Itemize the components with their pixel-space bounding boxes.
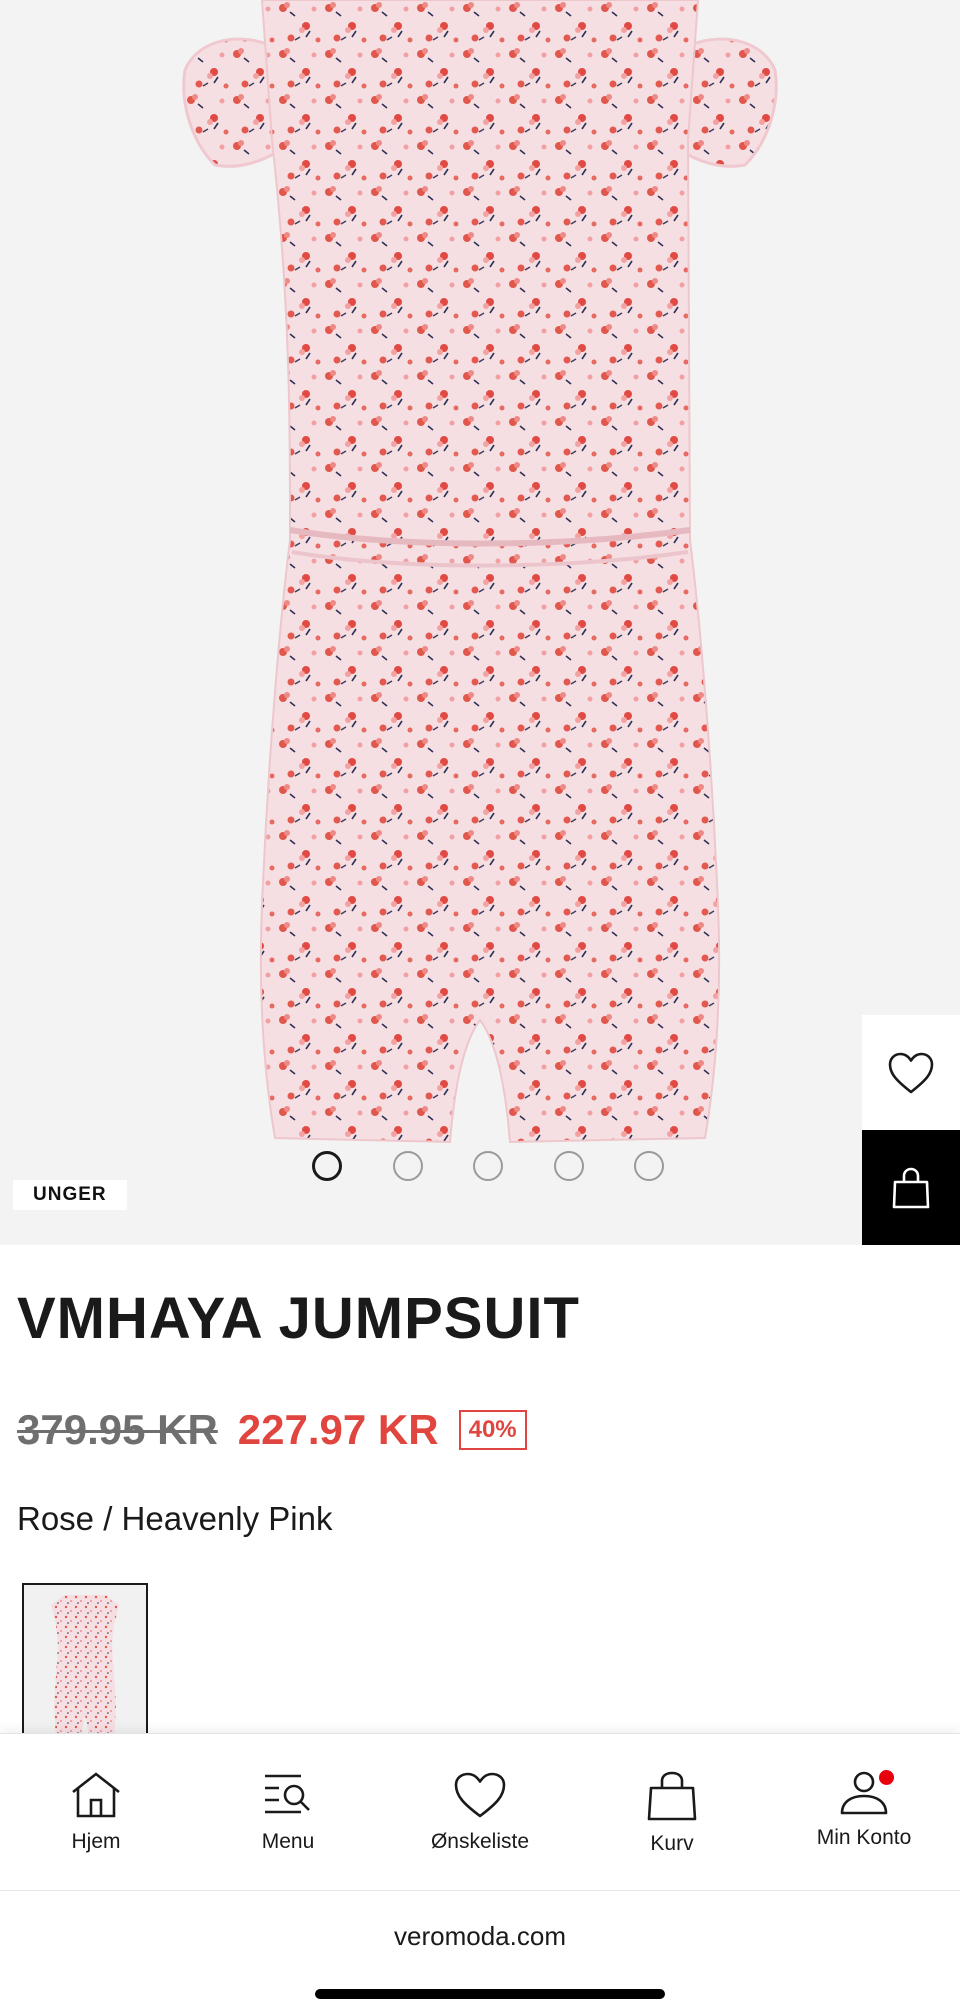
home-indicator[interactable] (315, 1989, 665, 1999)
product-image-gallery[interactable]: UNGER (0, 0, 960, 1245)
browser-url-bar[interactable]: veromoda.com (0, 1890, 960, 2016)
color-name: Rose / Heavenly Pink (17, 1500, 333, 1537)
swatch-image (51, 1595, 119, 1741)
nav-label-home: Hjem (71, 1830, 121, 1853)
sale-price: 227.97 KR (237, 1406, 439, 1453)
gallery-dot[interactable] (392, 1151, 423, 1181)
gallery-dot[interactable] (634, 1151, 664, 1181)
notification-dot (879, 1770, 894, 1785)
add-to-wishlist-button[interactable] (862, 1015, 960, 1130)
url-text[interactable]: veromoda.com (0, 1921, 960, 1952)
nav-label-cart: Kurv (650, 1832, 694, 1855)
nav-item-account[interactable]: Min Konto (768, 1734, 960, 1891)
product-image (182, 0, 778, 1144)
home-icon (72, 1772, 120, 1818)
color-swatch-thumbnail[interactable] (22, 1583, 148, 1743)
heart-icon (454, 1772, 506, 1818)
gallery-dot[interactable] (312, 1151, 342, 1181)
discount-badge: 40% (458, 1410, 527, 1450)
gallery-dot[interactable] (553, 1151, 584, 1181)
nav-label-wishlist: Ønskeliste (430, 1830, 530, 1853)
nav-label-account: Min Konto (816, 1826, 912, 1849)
category-badge: UNGER (13, 1180, 127, 1210)
nav-label-menu: Menu (261, 1830, 315, 1853)
price-row: 379.95 KR 227.97 KR 40% (17, 1400, 527, 1460)
gallery-dot[interactable] (473, 1151, 503, 1181)
product-title: VMHAYA JUMPSUIT (17, 1286, 580, 1351)
nav-item-menu[interactable]: Menu (192, 1734, 384, 1891)
nav-item-wishlist[interactable]: Ønskeliste (384, 1734, 576, 1891)
nav-item-cart[interactable]: Kurv (576, 1734, 768, 1891)
add-to-bag-button[interactable] (862, 1130, 960, 1245)
nav-item-home[interactable]: Hjem (0, 1734, 192, 1891)
bag-icon (647, 1771, 697, 1821)
original-price: 379.95 KR (17, 1406, 218, 1453)
menu-search-icon (265, 1774, 310, 1814)
bag-icon (892, 1167, 930, 1208)
bottom-navigation: Hjem Menu Ønskeliste Kurv Min Konto (0, 1733, 960, 1891)
gallery-pagination (312, 1151, 664, 1185)
heart-icon (888, 1052, 934, 1093)
